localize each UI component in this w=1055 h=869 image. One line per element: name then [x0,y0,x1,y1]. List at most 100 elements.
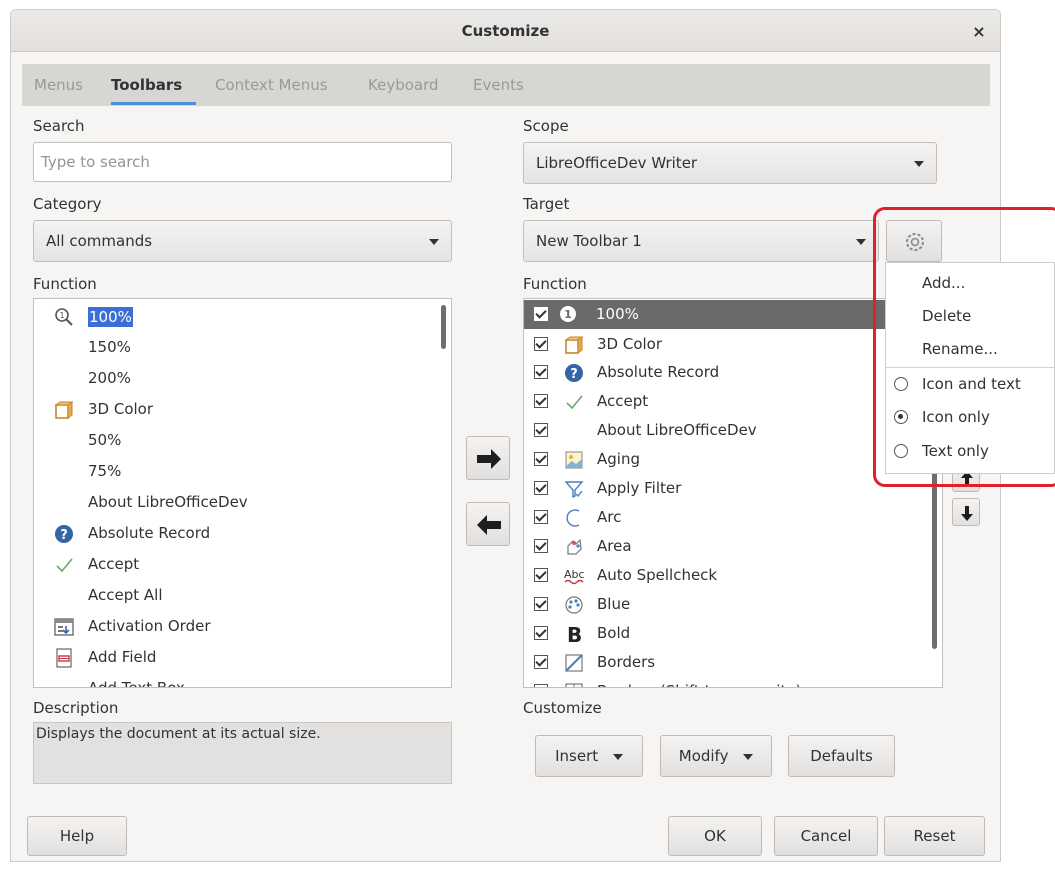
reset-button[interactable]: Reset [884,816,985,856]
checkbox[interactable] [534,481,548,495]
list-item-label: Absolute Record [88,524,211,542]
list-item-label: Add Field [88,648,157,666]
search-placeholder: Type to search [41,153,150,171]
list-item[interactable]: Accept All [88,580,163,611]
description-label: Description [33,699,119,717]
dialog-title: Customize [461,22,550,40]
close-icon[interactable]: × [968,21,990,43]
search-label: Search [33,117,85,135]
category-value: All commands [46,232,153,250]
help-circle-icon: ? [55,525,73,543]
list-item-label: About LibreOfficeDev [597,421,757,439]
checkbox[interactable] [534,655,548,669]
scope-value: LibreOfficeDev Writer [536,154,698,172]
svg-text:1: 1 [59,311,64,320]
checkbox[interactable] [534,365,548,379]
chevron-down-icon [914,161,924,167]
tab-menus[interactable]: Menus [34,64,83,106]
category-label: Category [33,195,102,213]
list-item[interactable]: 150% [88,332,131,363]
aging-icon [565,451,583,469]
checkbox[interactable] [534,423,548,437]
svg-text:?: ? [60,528,68,543]
list-item-label: 100% [88,307,133,327]
list-item-label: Borders (Shift to overwrite) [597,676,801,687]
active-tab-indicator [111,102,196,105]
arrow-left-icon [477,515,501,535]
checkbox[interactable] [534,337,548,351]
arrow-right-icon [477,449,501,469]
search-input[interactable]: Type to search [33,142,452,182]
arrow-down-icon [961,506,973,521]
list-item[interactable]: 75% [88,456,121,487]
checkbox[interactable] [534,307,548,321]
help-circle-icon: ? [565,364,583,382]
add-to-toolbar-button[interactable] [466,436,510,480]
arc-icon [566,509,580,527]
svg-text:1: 1 [564,308,572,321]
help-button[interactable]: Help [27,816,127,856]
list-item-label: Accept [88,555,140,573]
scope-dropdown[interactable]: LibreOfficeDev Writer [523,142,937,184]
palette-icon [565,596,583,614]
borders-icon [565,654,583,672]
remove-from-toolbar-button[interactable] [466,502,510,546]
defaults-button[interactable]: Defaults [788,735,895,777]
borders-overwrite-icon [565,683,583,687]
customize-label: Customize [523,699,602,717]
checkbox[interactable] [534,394,548,408]
checkbox[interactable] [534,539,548,553]
chevron-down-icon [429,239,439,245]
list-item-label: Aging [597,450,640,468]
checkbox[interactable] [534,568,548,582]
target-label: Target [523,195,570,213]
list-item[interactable]: 50% [88,425,121,456]
list-item[interactable]: About LibreOfficeDev [88,487,248,518]
list-item-label: Absolute Record [597,363,720,381]
zoom-100-icon: 1 [560,306,576,322]
cancel-button[interactable]: Cancel [774,816,878,856]
move-down-button[interactable] [952,498,980,526]
checkbox[interactable] [534,684,548,687]
ok-button[interactable]: OK [668,816,762,856]
description-box: Displays the document at its actual size… [33,722,452,784]
list-item-label: 100% [596,305,639,323]
left-function-list[interactable]: 1 100% 150% 200% 3D Color 50% 75% About … [33,298,452,688]
area-icon [567,538,582,555]
list-item-label: Auto Spellcheck [597,566,718,584]
modify-button[interactable]: Modify [660,735,772,777]
activation-order-icon [54,618,74,636]
checkbox[interactable] [534,510,548,524]
modify-label: Modify [678,747,729,765]
list-item-label: Accept [597,392,649,410]
zoom-icon: 1 [55,308,73,326]
target-value: New Toolbar 1 [536,232,642,250]
tab-keyboard[interactable]: Keyboard [368,64,439,106]
3d-color-icon [564,336,584,354]
list-item-label: Arc [597,508,622,526]
insert-button[interactable]: Insert [535,735,643,777]
list-item[interactable]: Add Text Box [88,673,185,687]
3d-color-icon [54,401,74,419]
target-dropdown[interactable]: New Toolbar 1 [523,220,879,262]
checkmark-icon [56,558,73,573]
right-function-label: Function [523,275,587,293]
category-dropdown[interactable]: All commands [33,220,452,262]
checkbox[interactable] [534,626,548,640]
add-field-icon [56,648,72,668]
filter-icon [564,481,584,499]
list-item-label: Activation Order [88,617,211,635]
description-text: Displays the document at its actual size… [36,726,321,742]
tab-events[interactable]: Events [473,64,524,106]
left-function-label: Function [33,275,97,293]
checkbox[interactable] [534,452,548,466]
chevron-down-icon [612,753,623,760]
insert-label: Insert [555,747,599,765]
list-item-label: Apply Filter [597,479,682,497]
checkmark-icon [566,395,583,410]
checkbox[interactable] [534,597,548,611]
tab-context-menus[interactable]: Context Menus [215,64,328,106]
tab-toolbars[interactable]: Toolbars [111,64,182,106]
left-list-scrollbar[interactable] [441,305,446,349]
list-item[interactable]: 200% [88,363,131,394]
